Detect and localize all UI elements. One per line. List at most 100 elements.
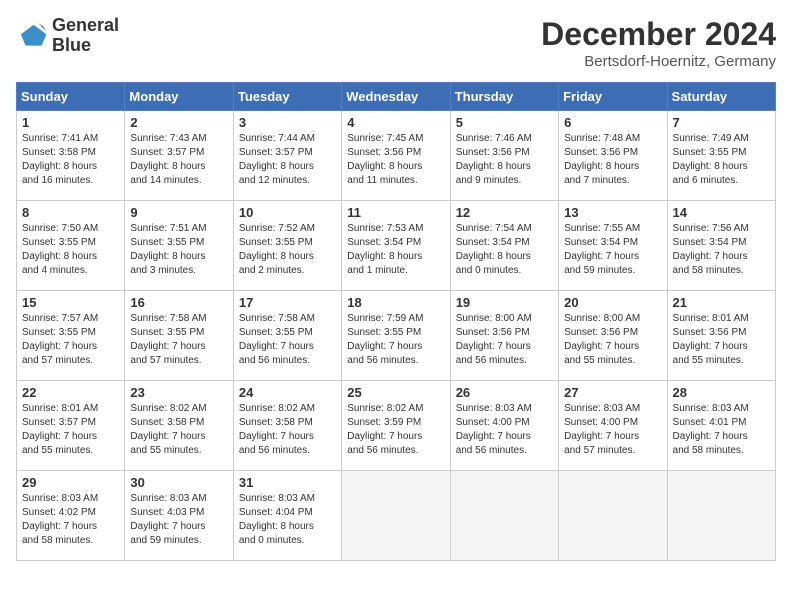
day-number: 19 [456,295,553,310]
day-info: Sunrise: 7:50 AM Sunset: 3:55 PM Dayligh… [22,222,119,278]
calendar-cell: 11 Sunrise: 7:53 AM Sunset: 3:54 PM Dayli… [342,201,450,291]
day-info: Sunrise: 7:54 AM Sunset: 3:54 PM Dayligh… [456,222,553,278]
calendar-cell [667,471,775,561]
day-number: 8 [22,205,119,220]
calendar-cell: 28 Sunrise: 8:03 AM Sunset: 4:01 PM Dayli… [667,381,775,471]
calendar-cell: 8 Sunrise: 7:50 AM Sunset: 3:55 PM Daylig… [17,201,125,291]
day-number: 3 [239,115,336,130]
day-number: 23 [130,385,227,400]
day-info: Sunrise: 7:44 AM Sunset: 3:57 PM Dayligh… [239,132,336,188]
day-number: 1 [22,115,119,130]
day-number: 29 [22,475,119,490]
day-number: 7 [673,115,770,130]
calendar-cell [450,471,558,561]
day-number: 10 [239,205,336,220]
day-number: 9 [130,205,227,220]
day-info: Sunrise: 7:53 AM Sunset: 3:54 PM Dayligh… [347,222,444,278]
calendar-cell: 29Sunrise: 8:03 AM Sunset: 4:02 PM Dayli… [17,471,125,561]
calendar-cell: 10 Sunrise: 7:52 AM Sunset: 3:55 PM Dayli… [233,201,341,291]
calendar-cell: 1 Sunrise: 7:41 AM Sunset: 3:58 PM Daylig… [17,111,125,201]
location: Bertsdorf-Hoernitz, Germany [541,53,776,70]
calendar-cell: 2 Sunrise: 7:43 AM Sunset: 3:57 PM Daylig… [125,111,233,201]
day-number: 28 [673,385,770,400]
day-info: Sunrise: 7:45 AM Sunset: 3:56 PM Dayligh… [347,132,444,188]
calendar-week-1: 1 Sunrise: 7:41 AM Sunset: 3:58 PM Daylig… [17,111,776,201]
calendar-body: 1 Sunrise: 7:41 AM Sunset: 3:58 PM Daylig… [17,111,776,561]
month-title: December 2024 [541,16,776,53]
calendar-cell: 16 Sunrise: 7:58 AM Sunset: 3:55 PM Dayli… [125,291,233,381]
day-number: 25 [347,385,444,400]
weekday-header-wednesday: Wednesday [342,83,450,111]
calendar-cell: 24 Sunrise: 8:02 AM Sunset: 3:58 PM Dayli… [233,381,341,471]
calendar-cell: 25 Sunrise: 8:02 AM Sunset: 3:59 PM Dayli… [342,381,450,471]
day-number: 16 [130,295,227,310]
calendar-week-2: 8 Sunrise: 7:50 AM Sunset: 3:55 PM Daylig… [17,201,776,291]
calendar-cell [342,471,450,561]
logo-line2: Blue [52,36,119,56]
day-info: Sunrise: 7:56 AM Sunset: 3:54 PM Dayligh… [673,222,770,278]
calendar-cell: 21 Sunrise: 8:01 AM Sunset: 3:56 PM Dayli… [667,291,775,381]
day-info: Sunrise: 8:03 AM Sunset: 4:03 PM Dayligh… [130,492,227,548]
calendar-cell: 17 Sunrise: 7:58 AM Sunset: 3:55 PM Dayli… [233,291,341,381]
calendar-cell: 12 Sunrise: 7:54 AM Sunset: 3:54 PM Dayli… [450,201,558,291]
day-info: Sunrise: 8:00 AM Sunset: 3:56 PM Dayligh… [564,312,661,368]
day-number: 26 [456,385,553,400]
day-number: 15 [22,295,119,310]
day-info: Sunrise: 8:00 AM Sunset: 3:56 PM Dayligh… [456,312,553,368]
calendar-cell: 7 Sunrise: 7:49 AM Sunset: 3:55 PM Daylig… [667,111,775,201]
day-info: Sunrise: 7:49 AM Sunset: 3:55 PM Dayligh… [673,132,770,188]
weekday-header-friday: Friday [559,83,667,111]
day-info: Sunrise: 8:03 AM Sunset: 4:01 PM Dayligh… [673,402,770,458]
calendar-cell: 19 Sunrise: 8:00 AM Sunset: 3:56 PM Dayli… [450,291,558,381]
day-number: 24 [239,385,336,400]
weekday-header-row: SundayMondayTuesdayWednesdayThursdayFrid… [17,83,776,111]
day-number: 22 [22,385,119,400]
day-info: Sunrise: 7:57 AM Sunset: 3:55 PM Dayligh… [22,312,119,368]
day-number: 20 [564,295,661,310]
day-info: Sunrise: 8:01 AM Sunset: 3:57 PM Dayligh… [22,402,119,458]
day-info: Sunrise: 7:43 AM Sunset: 3:57 PM Dayligh… [130,132,227,188]
title-block: December 2024 Bertsdorf-Hoernitz, German… [541,16,776,70]
logo: General Blue [16,16,119,56]
calendar-cell: 26 Sunrise: 8:03 AM Sunset: 4:00 PM Dayli… [450,381,558,471]
calendar-cell: 9 Sunrise: 7:51 AM Sunset: 3:55 PM Daylig… [125,201,233,291]
calendar-cell: 6 Sunrise: 7:48 AM Sunset: 3:56 PM Daylig… [559,111,667,201]
day-number: 6 [564,115,661,130]
calendar-week-4: 22 Sunrise: 8:01 AM Sunset: 3:57 PM Dayli… [17,381,776,471]
calendar-cell: 3 Sunrise: 7:44 AM Sunset: 3:57 PM Daylig… [233,111,341,201]
calendar-cell: 4Sunrise: 7:45 AM Sunset: 3:56 PM Daylig… [342,111,450,201]
page-header: General Blue December 2024 Bertsdorf-Hoe… [16,16,776,70]
day-info: Sunrise: 7:58 AM Sunset: 3:55 PM Dayligh… [239,312,336,368]
day-info: Sunrise: 7:51 AM Sunset: 3:55 PM Dayligh… [130,222,227,278]
day-info: Sunrise: 8:02 AM Sunset: 3:58 PM Dayligh… [130,402,227,458]
calendar-cell: 14 Sunrise: 7:56 AM Sunset: 3:54 PM Dayli… [667,201,775,291]
day-number: 21 [673,295,770,310]
day-info: Sunrise: 8:01 AM Sunset: 3:56 PM Dayligh… [673,312,770,368]
calendar-cell: 23 Sunrise: 8:02 AM Sunset: 3:58 PM Dayli… [125,381,233,471]
calendar-cell: 13Sunrise: 7:55 AM Sunset: 3:54 PM Dayli… [559,201,667,291]
day-number: 14 [673,205,770,220]
calendar-week-3: 15 Sunrise: 7:57 AM Sunset: 3:55 PM Dayli… [17,291,776,381]
calendar-cell: 15 Sunrise: 7:57 AM Sunset: 3:55 PM Dayli… [17,291,125,381]
calendar-cell [559,471,667,561]
day-number: 2 [130,115,227,130]
day-number: 31 [239,475,336,490]
logo-icon [16,20,48,52]
day-number: 13 [564,205,661,220]
day-number: 12 [456,205,553,220]
day-number: 27 [564,385,661,400]
weekday-header-saturday: Saturday [667,83,775,111]
calendar-cell: 20 Sunrise: 8:00 AM Sunset: 3:56 PM Dayli… [559,291,667,381]
weekday-header-tuesday: Tuesday [233,83,341,111]
day-info: Sunrise: 7:58 AM Sunset: 3:55 PM Dayligh… [130,312,227,368]
day-info: Sunrise: 7:41 AM Sunset: 3:58 PM Dayligh… [22,132,119,188]
day-info: Sunrise: 8:03 AM Sunset: 4:00 PM Dayligh… [456,402,553,458]
day-number: 11 [347,205,444,220]
day-info: Sunrise: 8:02 AM Sunset: 3:59 PM Dayligh… [347,402,444,458]
day-number: 5 [456,115,553,130]
day-info: Sunrise: 8:02 AM Sunset: 3:58 PM Dayligh… [239,402,336,458]
day-number: 17 [239,295,336,310]
day-info: Sunrise: 7:52 AM Sunset: 3:55 PM Dayligh… [239,222,336,278]
calendar-cell: 22 Sunrise: 8:01 AM Sunset: 3:57 PM Dayli… [17,381,125,471]
day-info: Sunrise: 7:48 AM Sunset: 3:56 PM Dayligh… [564,132,661,188]
